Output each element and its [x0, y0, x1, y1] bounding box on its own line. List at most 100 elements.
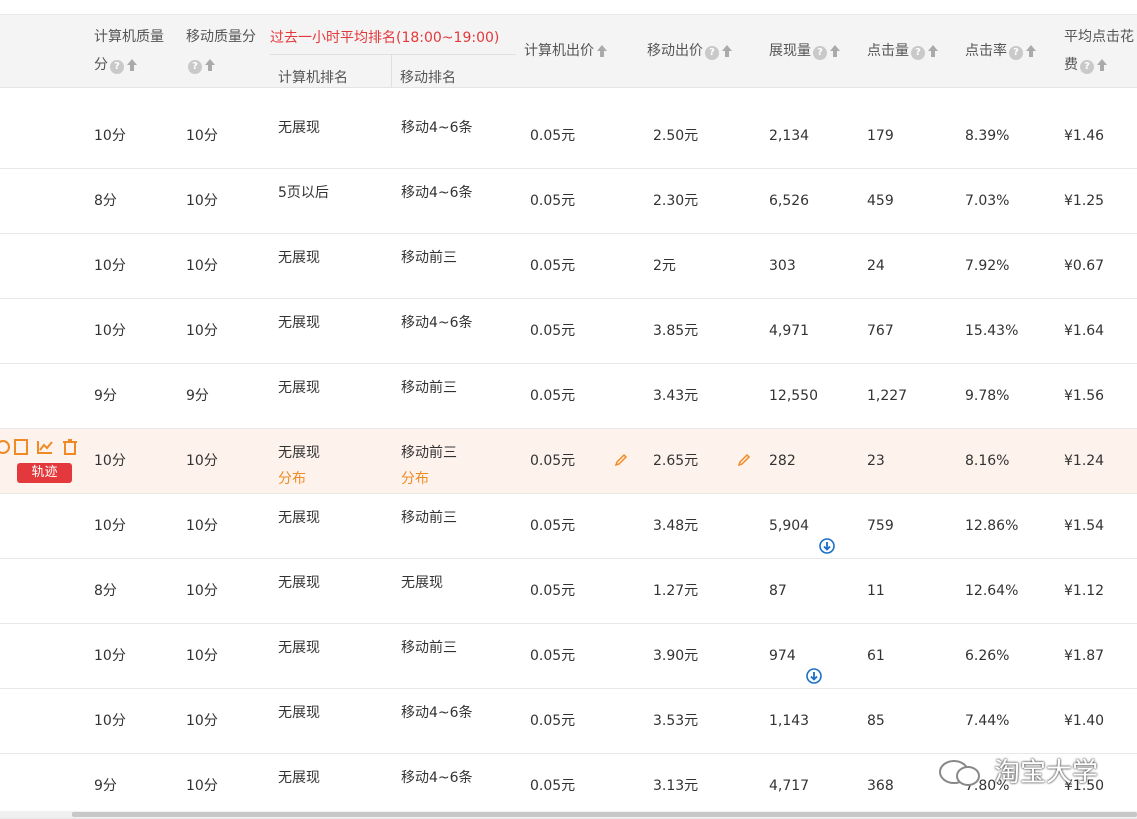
col-pc-rank: 计算机排名: [278, 70, 348, 86]
cell-impressions: 12,550: [769, 364, 818, 428]
table-row: 轨迹 10分 10分 无展现 移动前三 分布 分布 0.05元 2.65元 282 23 8.16% ¥…: [0, 429, 1137, 494]
sort-up-icon[interactable]: [204, 58, 216, 72]
cell-impressions-value: 5,904: [769, 518, 810, 534]
edit-pc-bid-icon[interactable]: [614, 453, 628, 467]
cell-ctr: 12.64%: [965, 583, 1019, 599]
cell-avg-cost: ¥1.46: [1064, 128, 1105, 144]
trajectory-button[interactable]: 轨迹: [17, 463, 72, 483]
table-row: 10分 10分 无展现 移动4~6条 0.05元 3.85元 4,971 767 15.43% ¥…: [0, 299, 1137, 364]
cell-mobile-quality: 10分: [186, 648, 218, 664]
sort-up-icon[interactable]: [126, 58, 138, 72]
cell-mobile-bid: 2.30元: [653, 193, 699, 209]
cell-avg-cost: ¥1.54: [1064, 518, 1105, 534]
cell-pc-quality: 8分: [94, 193, 117, 209]
cell-pc-rank: 无展现: [278, 510, 320, 526]
help-icon[interactable]: ?: [1080, 60, 1094, 74]
col-clicks[interactable]: 点击量?: [867, 37, 939, 65]
download-icon[interactable]: [805, 648, 822, 684]
help-icon[interactable]: ?: [813, 46, 827, 60]
cell-mobile-quality: 10分: [186, 193, 218, 209]
col-pc-bid[interactable]: 计算机出价: [524, 37, 608, 65]
cell-clicks: 459: [867, 193, 894, 209]
col-mobile-bid-label: 移动出价: [647, 43, 703, 59]
cell-pc-quality: 10分: [94, 713, 126, 729]
cell-pc-quality: 10分: [94, 648, 126, 664]
cell-avg-cost: ¥1.64: [1064, 323, 1105, 339]
help-icon[interactable]: ?: [188, 60, 202, 74]
cell-avg-cost: ¥0.67: [1064, 258, 1105, 274]
cell-impressions: 2,134: [769, 104, 809, 168]
cell-pc-rank: 无展现: [278, 640, 320, 656]
help-icon[interactable]: ?: [705, 46, 719, 60]
col-mobile-quality[interactable]: 移动质量分 ?: [186, 23, 256, 79]
cell-pc-rank: 无展现: [278, 250, 320, 266]
cell-mobile-rank: 移动前三: [401, 640, 457, 656]
rank-vline: [391, 55, 392, 87]
rank-divider: [270, 54, 516, 55]
cell-mobile-quality: 10分: [186, 453, 218, 469]
cell-impressions-value: 282: [769, 453, 796, 469]
cell-pc-bid: 0.05元: [530, 518, 576, 534]
cell-pc-bid: 0.05元: [530, 648, 576, 664]
col-avg-cost[interactable]: 平均点击花 费?: [1064, 23, 1134, 79]
pc-distribution-link[interactable]: 分布: [278, 469, 306, 489]
sort-up-icon[interactable]: [1025, 44, 1037, 58]
cell-mobile-rank: 无展现: [401, 575, 443, 591]
cell-impressions-value: 303: [769, 258, 796, 274]
cell-clicks: 179: [867, 128, 894, 144]
sort-up-icon[interactable]: [829, 44, 841, 58]
cell-clicks: 1,227: [867, 388, 908, 404]
cell-avg-cost: ¥1.87: [1064, 648, 1105, 664]
col-pc-quality-label-1: 计算机质量: [94, 29, 164, 45]
cell-impressions: 6,526: [769, 169, 809, 233]
col-ctr[interactable]: 点击率?: [965, 37, 1037, 65]
cell-pc-bid: 0.05元: [530, 778, 576, 794]
cell-clicks: 61: [867, 648, 885, 664]
cell-ctr: 12.86%: [965, 518, 1019, 534]
cell-mobile-rank: 移动前三: [401, 250, 457, 266]
cell-impressions: 4,971: [769, 299, 809, 363]
cell-pc-rank: 无展现: [278, 315, 320, 331]
help-icon[interactable]: ?: [911, 46, 925, 60]
cell-impressions: 87: [769, 559, 787, 623]
table-row: 10分 10分 无展现 移动4~6条 0.05元 3.53元 1,143 85 7.44% ¥1.…: [0, 689, 1137, 754]
col-impressions[interactable]: 展现量?: [769, 37, 841, 65]
cell-mobile-quality: 10分: [186, 583, 218, 599]
cell-mobile-rank: 移动前三: [401, 380, 457, 396]
cell-impressions: 1,143: [769, 689, 809, 753]
edit-mobile-bid-icon[interactable]: [737, 453, 751, 467]
cell-mobile-bid: 3.48元: [653, 518, 699, 534]
row-tools: [0, 437, 80, 457]
sort-up-icon[interactable]: [721, 44, 733, 58]
cell-mobile-quality: 10分: [186, 128, 218, 144]
cell-clicks: 759: [867, 518, 894, 534]
cell-mobile-quality: 10分: [186, 258, 218, 274]
help-icon[interactable]: ?: [110, 60, 124, 74]
scrollbar-thumb[interactable]: [72, 812, 1137, 817]
cell-mobile-bid: 3.85元: [653, 323, 699, 339]
cell-ctr: 8.16%: [965, 453, 1010, 469]
cell-impressions: 282: [769, 429, 796, 493]
cell-pc-quality: 9分: [94, 778, 117, 794]
cell-mobile-rank: 移动前三: [401, 445, 457, 461]
cell-mobile-rank: 移动4~6条: [401, 120, 473, 136]
col-mobile-bid[interactable]: 移动出价?: [647, 37, 733, 65]
col-avg-cost-label-2: 费: [1064, 57, 1078, 73]
col-pc-quality[interactable]: 计算机质量 分?: [94, 23, 164, 79]
help-icon[interactable]: ?: [1009, 46, 1023, 60]
cell-impressions: 4,717: [769, 754, 809, 818]
sort-up-icon[interactable]: [596, 44, 608, 58]
table-row: 8分 10分 5页以后 移动4~6条 0.05元 2.30元 6,526 459 7.03% ¥1…: [0, 169, 1137, 234]
cell-pc-rank: 无展现: [278, 380, 320, 396]
cell-mobile-bid: 3.13元: [653, 778, 699, 794]
cell-ctr: 7.03%: [965, 193, 1010, 209]
sort-up-icon[interactable]: [927, 44, 939, 58]
download-icon[interactable]: [819, 518, 835, 554]
cell-pc-bid: 0.05元: [530, 193, 576, 209]
cell-pc-quality: 10分: [94, 518, 126, 534]
col-pc-bid-label: 计算机出价: [524, 43, 594, 59]
cell-impressions-value: 974: [769, 648, 796, 664]
cell-clicks: 85: [867, 713, 885, 729]
sort-up-icon[interactable]: [1096, 58, 1108, 72]
mobile-distribution-link[interactable]: 分布: [401, 469, 429, 489]
